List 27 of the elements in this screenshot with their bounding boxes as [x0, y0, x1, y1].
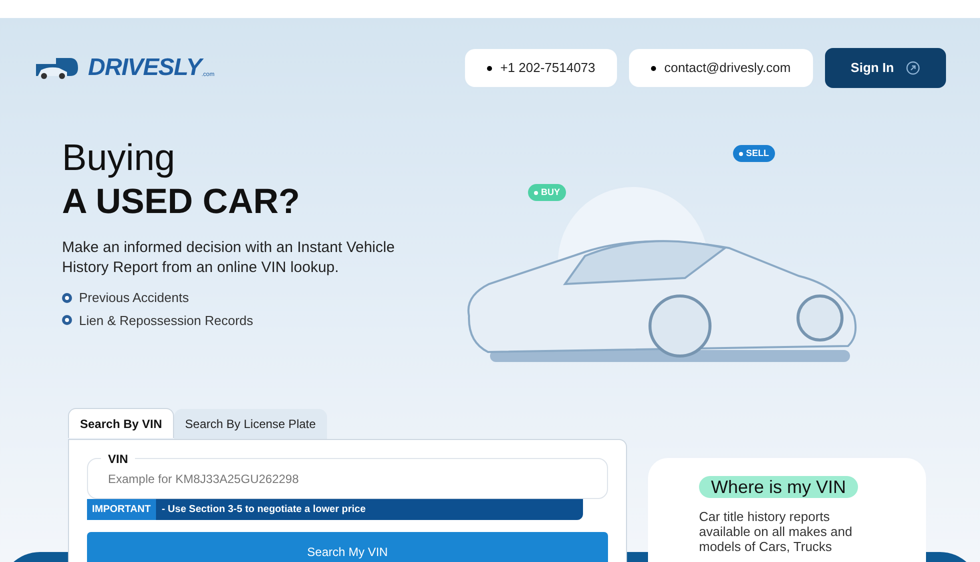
search-tab[interactable]: Search By License Plate: [174, 409, 327, 439]
sign-in-button[interactable]: Sign In: [824, 48, 946, 88]
hero-title: Buying: [62, 136, 176, 180]
bullet-icon: [62, 292, 72, 303]
bullet-icon: [739, 152, 743, 156]
contact-text: +1 202-7514073: [500, 59, 596, 78]
info-title: Where is my VIN: [699, 476, 858, 498]
tag-badge: BUY: [528, 184, 566, 201]
logo-wordmark: DRIVESLY: [88, 50, 202, 86]
vin-input: Example for KM8J33A25GU262298: [108, 470, 587, 488]
car-logo-icon: [34, 56, 80, 80]
feature-text: Previous Accidents: [79, 289, 189, 307]
hero-description: Make an informed decision with an Instant Vehicle History Report from an online VIN lookup.: [62, 238, 396, 278]
info-text: Car title history reports available on all makes and models of Cars, Trucks: [699, 509, 854, 554]
notice-text: - Use Section 3-5 to negotiate a lower price: [162, 503, 366, 517]
search-tab[interactable]: Search By VIN: [68, 408, 174, 438]
bullet-icon: [487, 66, 492, 70]
feature-text: Lien & Repossession Records: [79, 312, 254, 330]
tag-badge: SELL: [733, 145, 776, 162]
bullet-icon: [62, 315, 72, 326]
bullet-icon: [534, 190, 538, 194]
contact-text: contact@drivesly.com: [664, 59, 791, 78]
important-tag: IMPORTANT: [87, 499, 156, 520]
bullet-icon: [651, 66, 656, 70]
hero-subtitle: A USED CAR?: [62, 181, 301, 223]
arrow-circle-icon: [906, 61, 920, 75]
search-vin-button[interactable]: Search My VIN: [87, 532, 608, 562]
